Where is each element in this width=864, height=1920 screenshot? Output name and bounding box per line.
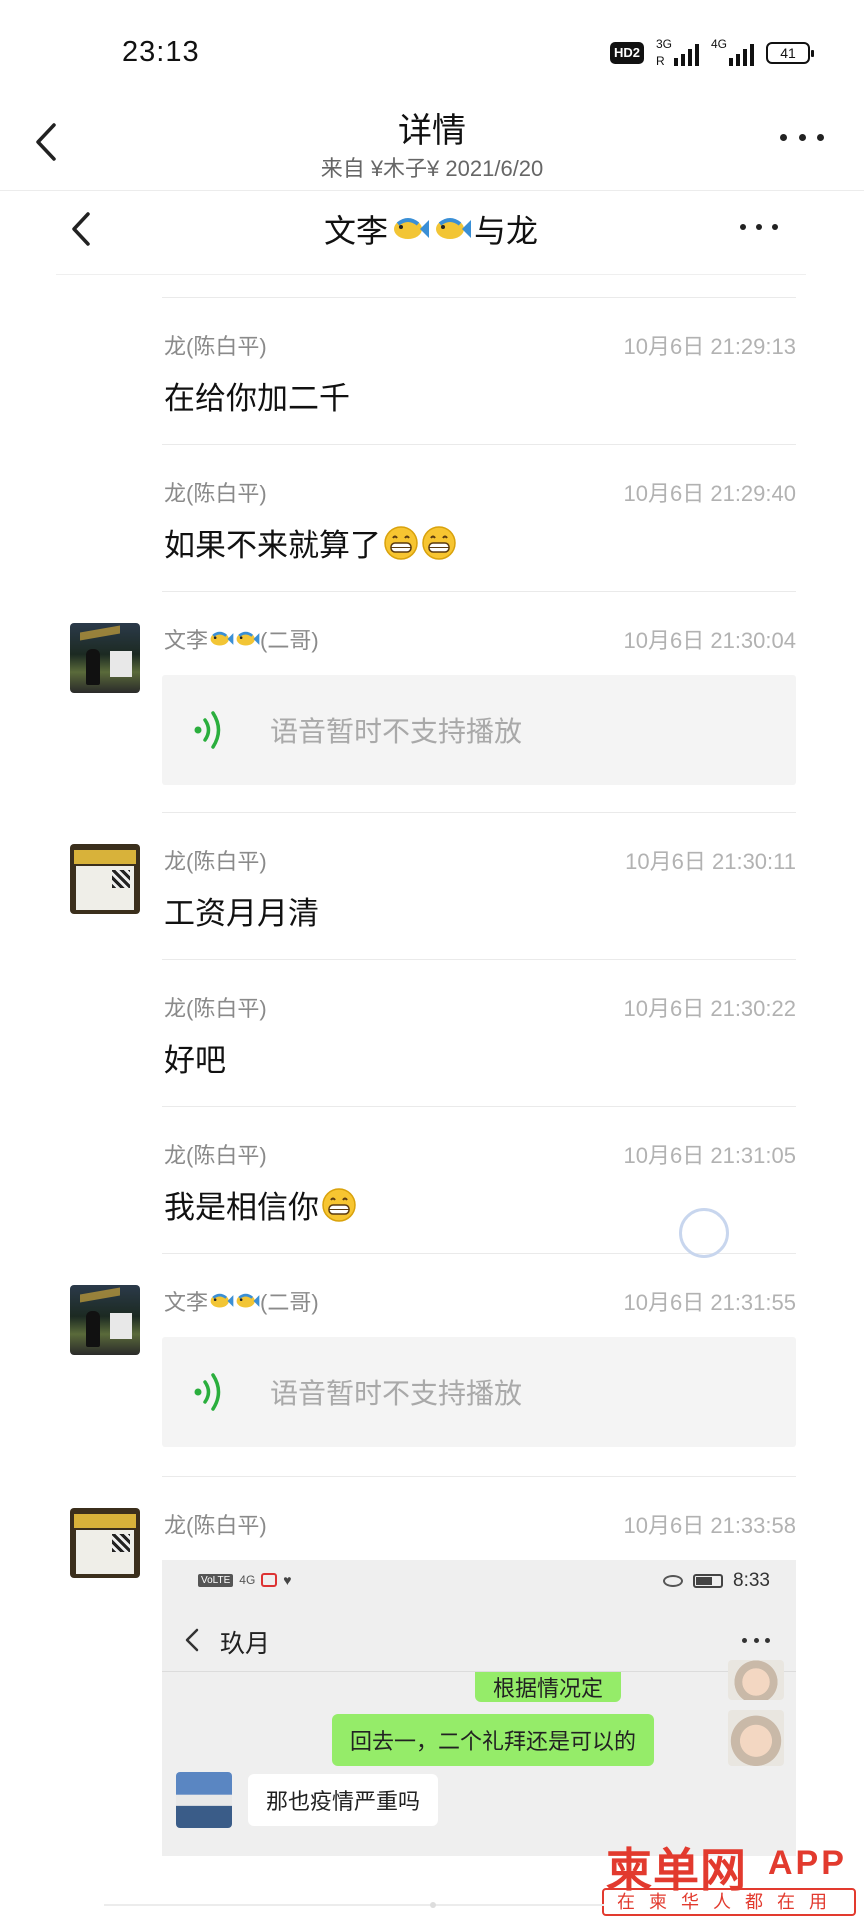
message-sender: 龙(陈白平) [164,996,267,1021]
chat-message: 龙(陈白平) 10月6日 21:29:13 在给你加二千 [56,297,806,444]
message-sender: 龙(陈白平) [164,1513,267,1538]
screenshot-status-bar: VoLTE 4G ♥ 8:33 [162,1560,796,1602]
message-sender: 文李 (二哥) [164,1290,319,1315]
avatar[interactable] [70,1285,140,1355]
voice-unsupported-text: 语音暂时不支持播放 [270,1378,523,1409]
fish-emoji-icon [236,631,260,646]
divider [162,444,796,445]
fish-emoji-icon [436,218,471,239]
message-time: 10月6日 21:30:04 [623,628,796,653]
message-sender: 龙(陈白平) [164,334,267,359]
avatar[interactable] [70,623,140,693]
grin-emoji-icon [384,525,418,560]
voice-message[interactable]: 语音暂时不支持播放 [162,1337,796,1447]
message-time: 10月6日 21:29:40 [623,481,796,506]
avatar [176,1772,232,1828]
page-header: 详情 来自 ¥木子¥ 2021/6/20 [0,95,864,190]
avatar [728,1660,784,1700]
signal-4g-icon: 4G [711,38,754,66]
screenshot-time: 8:33 [733,1570,770,1591]
header-divider [0,190,864,191]
fish-emoji-icon [236,1293,260,1308]
avatar[interactable] [70,844,140,914]
message-text: 好吧 [164,1043,226,1078]
signal-icon: 4G [239,1573,256,1587]
voice-message[interactable]: 语音暂时不支持播放 [162,675,796,785]
message-time: 10月6日 21:31:05 [623,1143,796,1168]
page-title: 详情 [398,112,466,150]
divider [162,1476,796,1477]
message-text: 工资月月清 [164,896,319,931]
message-text: 如果不来就算了 [164,520,457,565]
voice-wave-icon [194,711,221,749]
voice-wave-icon [194,1373,221,1411]
divider [162,297,796,298]
screenshot-chat-header: 玖月 [162,1612,796,1668]
avatar[interactable] [70,1508,140,1578]
chat-bubble-received: 那也疫情严重吗 [248,1774,439,1826]
message-sender: 龙(陈白平) [164,1143,267,1168]
divider [162,591,796,592]
screenshot-chat-title: 玖月 [220,1630,271,1658]
divider [162,959,796,960]
voice-unsupported-text: 语音暂时不支持播放 [270,716,523,747]
battery-icon: 41 [766,42,814,64]
heart-icon: ♥ [283,1572,292,1588]
record-icon [261,1573,278,1587]
message-sender: 龙(陈白平) [164,481,267,506]
message-time: 10月6日 21:33:58 [623,1513,796,1538]
chat-header: 文李 与龙 [56,192,806,275]
image-message-screenshot[interactable]: VoLTE 4G ♥ 8:33 玖月 根据情况定 回去一，二个礼拜还是可以的 那… [162,1560,796,1856]
watermark-logo: 柬单网 APP 在柬华人都在用 [602,1834,862,1918]
chat-message: 龙(陈白平) 10月6日 21:30:11 工资月月清 [56,812,806,959]
divider [162,812,796,813]
more-icon [742,1638,770,1644]
scroll-indicator [430,1902,436,1908]
divider [56,274,806,275]
chat-record-card: 文李 与龙 龙(陈白平) 10月6日 21:29:13 在给你加二千 龙(陈白平… [56,192,806,1920]
chat-bubble-sent: 根据情况定 [475,1672,622,1702]
chat-message: 龙(陈白平) 10月6日 21:33:58 VoLTE 4G ♥ 8:33 玖月 [56,1476,806,1876]
message-time: 10月6日 21:30:22 [623,996,796,1021]
eye-icon [663,1575,684,1587]
chat-message: 文李 (二哥) 10月6日 21:31:55 语音暂时不支持播放 [56,1253,806,1474]
battery-icon [693,1574,724,1588]
fish-emoji-icon [210,631,234,646]
chevron-left-icon [185,1628,199,1652]
divider [104,1904,604,1906]
message-sender: 龙(陈白平) [164,849,267,874]
chat-message: 文李 (二哥) 10月6日 21:30:04 语音暂时不支持播放 [56,591,806,812]
chat-more-button[interactable] [740,224,778,234]
avatar [728,1710,784,1766]
grin-emoji-icon [422,525,456,560]
hd-badge: HD2 [609,42,644,64]
message-text: 我是相信你 [164,1182,357,1227]
fish-emoji-icon [210,1293,234,1308]
message-sender: 文李 (二哥) [164,628,319,653]
fish-emoji-icon [394,218,429,239]
message-time: 10月6日 21:30:11 [625,849,796,874]
page-subtitle: 来自 ¥木子¥ 2021/6/20 [320,156,544,181]
chat-message: 龙(陈白平) 10月6日 21:29:40 如果不来就算了 [56,444,806,591]
divider [162,1106,796,1107]
loading-indicator [679,1208,729,1258]
status-icons: HD2 3G R 4G 41 [609,38,814,68]
volte-badge: VoLTE [198,1573,234,1587]
grin-emoji-icon [322,1187,356,1222]
chat-bubble-sent: 回去一，二个礼拜还是可以的 [332,1714,655,1766]
signal-3g-icon: 3G R [656,38,699,68]
more-options-button[interactable] [780,125,824,149]
message-text: 在给你加二千 [164,381,350,416]
chat-message: 龙(陈白平) 10月6日 21:30:22 好吧 [56,959,806,1106]
message-time: 10月6日 21:29:13 [623,334,796,359]
message-time: 10月6日 21:31:55 [623,1290,796,1315]
status-time: 23:13 [122,36,200,68]
chat-title: 文李 与龙 [323,213,539,249]
status-bar: 23:13 HD2 3G R 4G 41 [0,0,864,110]
